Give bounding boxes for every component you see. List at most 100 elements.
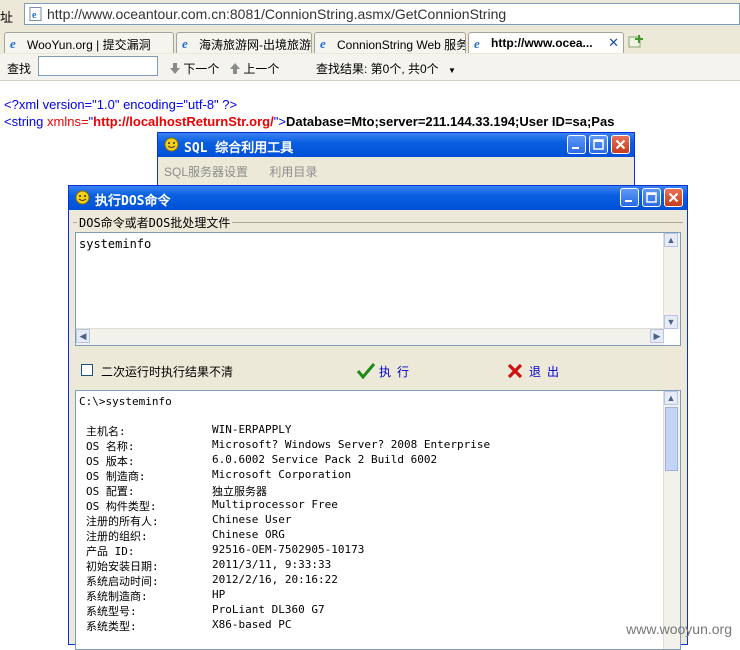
find-next-label: 下一个 <box>183 62 220 76</box>
title-bar[interactable]: SQL 综合利用工具 <box>158 133 634 157</box>
tab-label: ConnionString Web 服务 <box>337 38 466 52</box>
output-key: 系统类型: <box>86 620 137 633</box>
close-button[interactable] <box>664 188 683 207</box>
scroll-up-icon[interactable]: ▲ <box>664 391 678 405</box>
sql-tool-window: SQL 综合利用工具 SQL服务器设置 利用目录 <box>157 132 635 192</box>
output-area[interactable]: C:\>systeminfo 主机名: WIN-ERPAPPLY OS 名称: Mic… <box>75 390 681 650</box>
output-value: Microsoft? Windows Server? 2008 Enterpri… <box>212 438 491 451</box>
dropdown-arrow-icon: ▼ <box>448 66 456 75</box>
output-key: OS 制造商: <box>86 470 146 483</box>
xml-content: Database=Mto;server=211.144.33.194;User … <box>285 114 615 129</box>
watermark: www.wooyun.org <box>626 621 732 637</box>
svg-text:e: e <box>474 36 480 50</box>
url-text: http://www.oceantour.com.cn:8081/Connion… <box>47 6 507 22</box>
keep-result-label: 二次运行时执行结果不清 <box>101 365 234 379</box>
minimize-icon <box>625 200 632 202</box>
minimize-icon <box>572 147 579 149</box>
output-value: HP <box>212 588 226 601</box>
run-button[interactable]: 执行 <box>357 360 437 382</box>
tab-connionstring[interactable]: e ConnionString Web 服务 <box>314 32 466 53</box>
command-text: systeminfo <box>79 237 152 251</box>
output-value: 92516-OEM-7502905-10173 <box>212 543 365 556</box>
output-value: WIN-ERPAPPLY <box>212 423 292 436</box>
svg-text:e: e <box>182 36 188 50</box>
exit-label: 退出 <box>529 365 566 379</box>
ie-page-icon: e <box>29 7 42 21</box>
exit-button[interactable]: 退出 <box>507 360 587 382</box>
output-key: OS 名称: <box>86 440 135 453</box>
svg-text:e: e <box>10 36 16 50</box>
output-value: Chinese User <box>212 513 292 526</box>
svg-text:e: e <box>32 10 37 21</box>
maximize-button[interactable] <box>642 188 661 207</box>
horizontal-scrollbar[interactable]: ◀ ▶ <box>76 328 664 345</box>
scroll-up-icon[interactable]: ▲ <box>664 233 678 247</box>
run-label: 执行 <box>379 365 416 379</box>
tab-label: http://www.ocea... <box>491 36 593 50</box>
maximize-icon <box>593 139 604 150</box>
xml-attr-name: xmlns= <box>47 114 89 129</box>
scroll-right-icon[interactable]: ▶ <box>650 329 664 343</box>
minimize-button[interactable] <box>620 188 639 207</box>
close-button[interactable] <box>611 135 630 154</box>
maximize-button[interactable] <box>589 135 608 154</box>
minimize-button[interactable] <box>567 135 586 154</box>
tab-wooyun[interactable]: e WooYun.org | 提交漏洞 <box>4 32 174 53</box>
maximize-icon <box>646 192 657 203</box>
scroll-down-icon[interactable]: ▼ <box>664 315 678 329</box>
output-key: 系统启动时间: <box>86 575 159 588</box>
xml-string-element: <string xmlns="http://localhostReturnStr… <box>4 114 614 129</box>
url-field[interactable]: e http://www.oceantour.com.cn:8081/Conni… <box>24 3 740 25</box>
dos-command-window: 执行DOS命令 DOS命令或者DOS批处理文件 systeminfo ▲ ▼ ◀… <box>68 185 688 650</box>
output-value: 独立服务器 <box>212 485 267 498</box>
command-group-label: DOS命令或者DOS批处理文件 <box>77 214 233 231</box>
output-key: 初始安装日期: <box>86 560 159 573</box>
find-label: 查找 <box>7 62 32 76</box>
svg-text:e: e <box>320 36 326 50</box>
find-result[interactable]: 查找结果: 第0个, 共0个 ▼ <box>316 60 456 77</box>
output-value: 2012/2/16, 20:16:22 <box>212 573 338 586</box>
output-scrollbar[interactable]: ▲ <box>663 391 680 649</box>
menu-sql-server-settings[interactable]: SQL服务器设置 <box>164 165 248 179</box>
arrow-up-icon <box>230 63 240 74</box>
window-title: 执行DOS命令 <box>95 194 171 209</box>
close-tab-icon[interactable]: ✕ <box>608 35 619 51</box>
address-label: 址 <box>0 10 14 25</box>
tab-label: WooYun.org | 提交漏洞 <box>27 38 151 52</box>
output-key: 主机名: <box>86 425 126 438</box>
app-icon <box>164 137 179 152</box>
output-key: 系统制造商: <box>86 590 148 603</box>
find-prev-label: 上一个 <box>243 62 280 76</box>
keep-result-checkbox[interactable] <box>81 364 93 376</box>
xml-declaration: <?xml version="1.0" encoding="utf-8" ?> <box>4 97 238 112</box>
find-result-text: 查找结果: 第0个, 共0个 <box>316 62 439 76</box>
output-key: OS 构件类型: <box>86 500 157 513</box>
tab-haitao[interactable]: e 海涛旅游网-出境旅游... <box>176 32 312 53</box>
arrow-down-icon <box>170 63 180 74</box>
output-value: Chinese ORG <box>212 528 285 541</box>
ie-icon: e <box>182 36 188 50</box>
vertical-scrollbar[interactable]: ▲ ▼ <box>663 233 680 329</box>
menu-bar: SQL服务器设置 利用目录 <box>164 163 335 180</box>
close-icon <box>668 192 679 203</box>
find-next-button[interactable]: 下一个 <box>170 60 219 77</box>
menu-utilize-directory[interactable]: 利用目录 <box>269 165 317 179</box>
new-tab-icon[interactable] <box>628 34 644 50</box>
output-value: 2011/3/11, 9:33:33 <box>212 558 332 571</box>
ie-icon: e <box>320 36 326 50</box>
tab-active[interactable]: e http://www.ocea... ✕ <box>468 32 624 53</box>
output-key: 产品 ID: <box>86 545 135 558</box>
scroll-thumb[interactable] <box>665 407 678 471</box>
checkmark-icon <box>357 363 375 379</box>
output-value: ProLiant DL360 G7 <box>212 603 325 616</box>
title-bar[interactable]: 执行DOS命令 <box>69 186 687 210</box>
command-input[interactable]: systeminfo ▲ ▼ ◀ ▶ <box>75 232 681 346</box>
scroll-left-icon[interactable]: ◀ <box>76 329 90 343</box>
find-input[interactable] <box>38 56 158 76</box>
output-key: 注册的所有人: <box>86 515 159 528</box>
options-row: 二次运行时执行结果不清 执行 退出 <box>73 356 683 386</box>
find-prev-button[interactable]: 上一个 <box>230 60 279 77</box>
window-title: SQL 综合利用工具 <box>184 141 294 156</box>
xml-quote-close: "> <box>273 114 286 129</box>
output-value: X86-based PC <box>212 618 292 631</box>
